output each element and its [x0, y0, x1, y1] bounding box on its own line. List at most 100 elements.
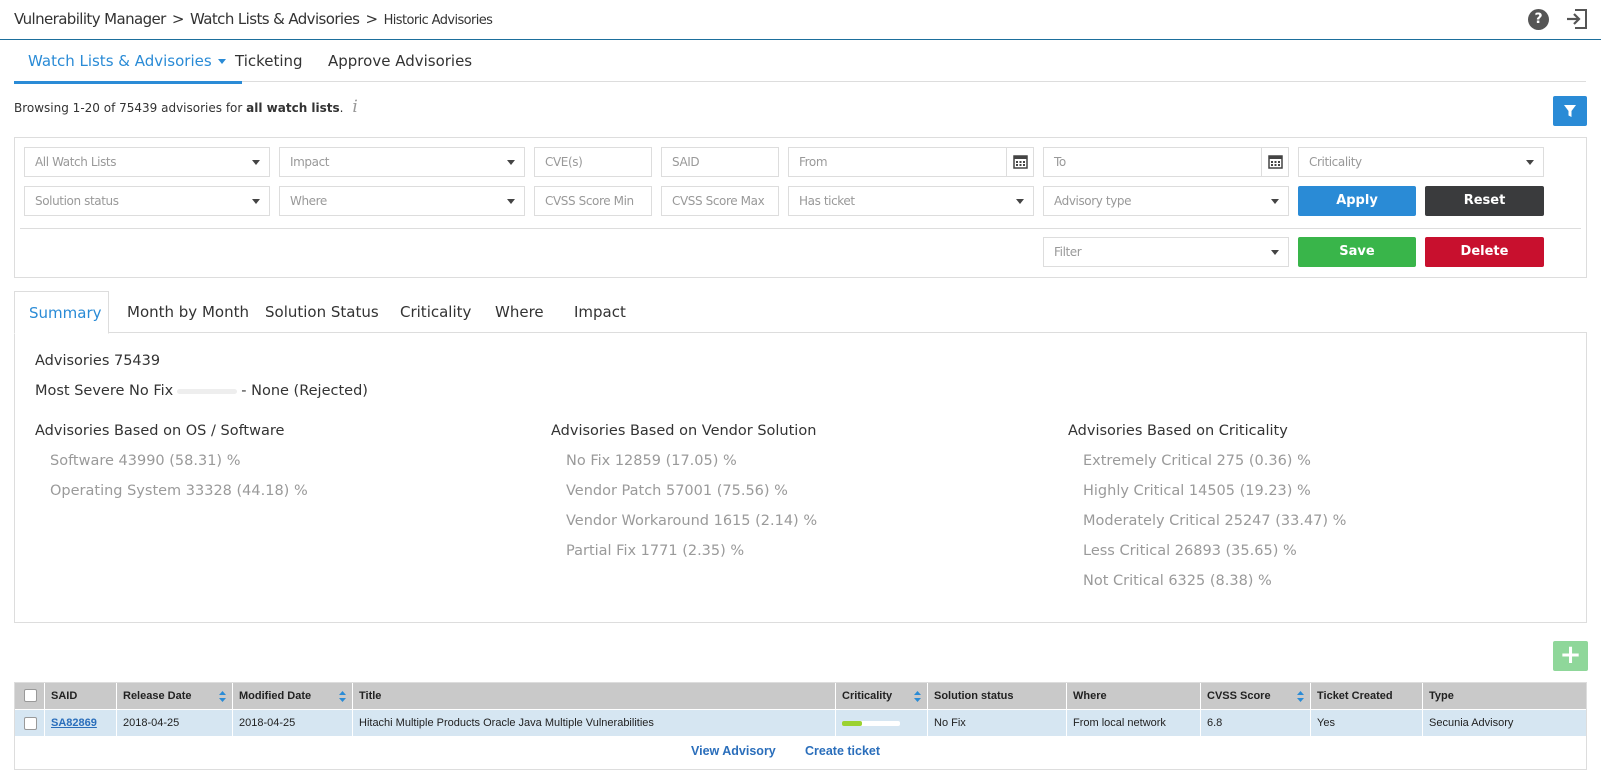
select-value: All Watch Lists [35, 155, 117, 169]
summary-tabs: Summary Month by Month Solution Status C… [14, 291, 1587, 334]
breadcrumb-separator: > [171, 10, 185, 28]
cve-input[interactable]: CVE(s) [534, 147, 652, 177]
tab-solution-status[interactable]: Solution Status [265, 303, 379, 321]
said-input[interactable]: SAID [661, 147, 779, 177]
main-nav: Watch Lists & Advisories Ticketing Appro… [14, 44, 1586, 84]
reset-button[interactable]: Reset [1425, 186, 1544, 216]
saved-filter-select[interactable]: Filter [1043, 237, 1289, 267]
save-button[interactable]: Save [1298, 237, 1416, 267]
col-solution-status[interactable]: Solution status [928, 683, 1067, 709]
to-date-input[interactable]: To [1043, 147, 1289, 177]
view-advisory-link[interactable]: View Advisory [691, 744, 776, 758]
criticality-cell [836, 710, 928, 736]
advisory-type-select[interactable]: Advisory type [1043, 186, 1289, 216]
tab-where[interactable]: Where [495, 303, 544, 321]
col-ticket-created[interactable]: Ticket Created [1311, 683, 1423, 709]
tab-impact[interactable]: Impact [574, 303, 626, 321]
where-select[interactable]: Where [279, 186, 525, 216]
apply-button[interactable]: Apply [1298, 186, 1416, 216]
criticality-item: Extremely Critical 275 (0.36) % [1083, 453, 1311, 469]
release-date-cell: 2018-04-25 [117, 710, 233, 736]
cvss-min-input[interactable]: CVSS Score Min [534, 186, 652, 216]
col-label: Release Date [123, 690, 192, 702]
select-all-checkbox[interactable] [24, 689, 37, 702]
chevron-down-icon [507, 199, 515, 204]
delete-button[interactable]: Delete [1425, 237, 1544, 267]
breadcrumb-vulnerability-manager[interactable]: Vulnerability Manager [14, 10, 166, 28]
select-value: Advisory type [1054, 194, 1132, 208]
calendar-icon[interactable] [1006, 148, 1033, 176]
breadcrumb-watch-lists[interactable]: Watch Lists & Advisories [190, 10, 360, 28]
vendor-solution-item: Vendor Patch 57001 (75.56) % [566, 483, 788, 499]
create-ticket-link[interactable]: Create ticket [805, 744, 880, 758]
col-where[interactable]: Where [1067, 683, 1201, 709]
criticality-select[interactable]: Criticality [1298, 147, 1544, 177]
summary-panel: Advisories 75439 Most Severe No Fix - Non… [14, 332, 1587, 623]
funnel-icon [1564, 105, 1576, 117]
criticality-bar-fill [842, 721, 863, 726]
os-software-item: Operating System 33328 (44.18) % [50, 483, 308, 499]
said-link[interactable]: SA82869 [51, 717, 97, 729]
type-cell: Secunia Advisory [1429, 717, 1514, 729]
breadcrumb-historic-advisories: Historic Advisories [383, 13, 493, 28]
advisories-count: Advisories 75439 [35, 353, 161, 369]
tab-summary[interactable]: Summary [14, 291, 109, 334]
criticality-item: Moderately Critical 25247 (33.47) % [1083, 513, 1347, 529]
vendor-solution-heading: Advisories Based on Vendor Solution [551, 423, 817, 439]
filter-panel: All Watch Lists Impact CVE(s) SAID From … [14, 137, 1587, 278]
col-cvss-score[interactable]: CVSS Score [1201, 683, 1311, 709]
breadcrumb-separator: > [365, 10, 378, 28]
cvss-max-input[interactable]: CVSS Score Max [661, 186, 779, 216]
solution-status-select[interactable]: Solution status [24, 186, 270, 216]
col-criticality[interactable]: Criticality [836, 683, 928, 709]
criticality-item: Less Critical 26893 (35.65) % [1083, 543, 1297, 559]
add-button[interactable]: + [1553, 641, 1588, 671]
col-release-date[interactable]: Release Date [117, 683, 233, 709]
tab-criticality[interactable]: Criticality [400, 303, 471, 321]
filter-toggle-button[interactable] [1553, 96, 1587, 126]
col-title[interactable]: Title [353, 683, 836, 709]
criticality-heading: Advisories Based on Criticality [1068, 423, 1288, 439]
os-software-item: Software 43990 (58.31) % [50, 453, 241, 469]
has-ticket-select[interactable]: Has ticket [788, 186, 1034, 216]
impact-select[interactable]: Impact [279, 147, 525, 177]
placeholder: From [799, 155, 828, 169]
col-label: Criticality [842, 690, 893, 702]
col-type[interactable]: Type [1423, 683, 1586, 709]
tab-label: Watch Lists & Advisories [28, 52, 212, 70]
tab-ticketing[interactable]: Ticketing [235, 52, 303, 70]
from-date-input[interactable]: From [788, 147, 1034, 177]
col-modified-date[interactable]: Modified Date [233, 683, 353, 709]
top-bar: Vulnerability Manager > Watch Lists & Ad… [0, 0, 1601, 40]
browsing-scope: all watch lists [246, 101, 340, 115]
ticket-created-cell: Yes [1311, 710, 1423, 736]
help-icon[interactable]: ? [1528, 9, 1549, 30]
col-said[interactable]: SAID [45, 683, 117, 709]
most-severe-value: - None (Rejected) [241, 383, 368, 399]
placeholder: To [1054, 155, 1066, 169]
col-label: Modified Date [239, 690, 312, 702]
tab-approve-advisories[interactable]: Approve Advisories [328, 52, 472, 70]
row-checkbox[interactable] [24, 717, 37, 730]
most-severe-label: Most Severe No Fix [35, 383, 174, 399]
select-all-cell [15, 683, 45, 709]
cvss-score-cell: 6.8 [1201, 710, 1311, 736]
chevron-down-icon [1016, 199, 1024, 204]
plus-icon: + [1559, 640, 1582, 670]
criticality-bar [842, 721, 900, 726]
os-software-heading: Advisories Based on OS / Software [35, 423, 285, 439]
solution-status-cell: No Fix [928, 710, 1067, 736]
info-icon[interactable]: i [352, 97, 357, 117]
vendor-solution-item: Partial Fix 1771 (2.35) % [566, 543, 745, 559]
table-header: SAID Release Date Modified Date Title Cr… [15, 683, 1586, 709]
chevron-down-icon [1271, 199, 1279, 204]
row-select-cell [15, 710, 45, 736]
sort-icon [1297, 691, 1304, 702]
tab-month-by-month[interactable]: Month by Month [127, 303, 249, 321]
calendar-icon[interactable] [1261, 148, 1288, 176]
chevron-down-icon [252, 160, 260, 165]
logout-icon[interactable] [1565, 8, 1589, 30]
table-row[interactable]: SA82869 2018-04-25 2018-04-25 Hitachi Mu… [15, 710, 1586, 736]
watch-list-select[interactable]: All Watch Lists [24, 147, 270, 177]
tab-watch-lists-advisories[interactable]: Watch Lists & Advisories [14, 52, 242, 84]
